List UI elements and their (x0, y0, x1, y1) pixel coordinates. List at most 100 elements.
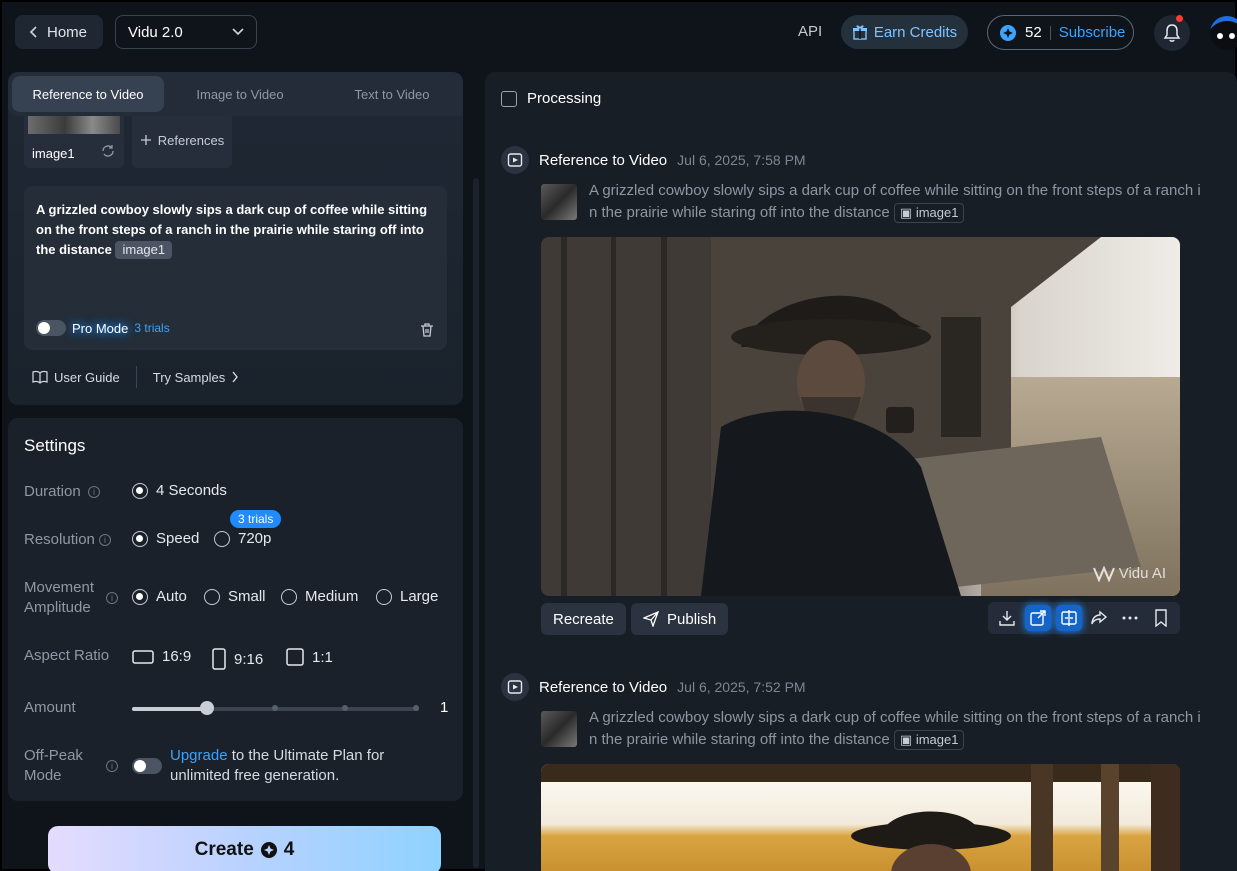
pro-mode-label: Pro Mode (72, 320, 129, 336)
resolution-option-speed[interactable]: Speed (132, 530, 199, 547)
processing-checkbox[interactable] (501, 90, 517, 107)
create-button[interactable]: Create 4 (48, 826, 441, 871)
entry-image-chip: ▣ image1 (893, 203, 965, 223)
entry-prompt-line1: A grizzled cowboy slowly sips a dark cup… (589, 182, 1201, 199)
tab-reference-to-video[interactable]: Reference to Video (12, 76, 164, 112)
earn-credits-button[interactable]: Earn Credits (841, 15, 968, 49)
model-select[interactable]: Vidu 2.0 (115, 15, 257, 49)
download-icon (999, 611, 1016, 626)
earn-credits-label: Earn Credits (873, 23, 958, 41)
duration-label: Duration (24, 483, 81, 500)
prompt-image-chip: image1 (115, 241, 173, 259)
prompt-textarea[interactable]: A grizzled cowboy slowly sips a dark cup… (24, 186, 447, 350)
entry-prompt-line2: n the prairie while staring off into the… (589, 729, 1215, 751)
gift-icon (852, 25, 867, 40)
user-guide-link[interactable]: User Guide (32, 370, 120, 385)
duration-radio-4s (132, 482, 148, 499)
home-button[interactable]: Home (15, 15, 103, 49)
movement-option-medium[interactable]: Medium (281, 588, 358, 605)
resolution-speed-label: Speed (156, 530, 200, 547)
entry-prompt-line2-text: n the prairie while staring off into the… (589, 731, 890, 748)
trash-icon[interactable] (419, 322, 435, 338)
offpeak-text-line1: Upgrade to the Ultimate Plan for (170, 746, 384, 766)
left-scrollbar[interactable] (473, 178, 479, 868)
chevron-right-icon (232, 371, 239, 383)
user-avatar[interactable] (1210, 16, 1237, 50)
aspect-1-1-label: 1:1 (312, 648, 333, 666)
notifications-button[interactable] (1154, 15, 1190, 51)
entry-reference-thumbnail[interactable] (541, 711, 577, 747)
entry-image-chip-label: image1 (915, 205, 959, 220)
movement-info-icon[interactable]: i (106, 592, 118, 604)
offpeak-toggle[interactable] (132, 758, 162, 774)
offpeak-description: Upgrade to the Ultimate Plan for unlimit… (170, 746, 384, 786)
movement-label-line2: Amplitude (24, 599, 91, 616)
aspect-option-16-9[interactable]: 16:9 (132, 648, 191, 665)
entry-reference-thumbnail[interactable] (541, 184, 577, 220)
processing-filter[interactable]: Processing (501, 90, 601, 107)
landscape-icon (132, 649, 154, 664)
create-label: Create (194, 839, 254, 860)
movement-option-auto[interactable]: Auto (132, 588, 187, 605)
video-preview[interactable] (541, 764, 1180, 871)
results-panel: Processing Reference to Video Jul 6, 202… (485, 72, 1237, 871)
resolution-option-720p[interactable]: 720p (214, 530, 271, 547)
video-watermark: Vidu AI (1092, 565, 1166, 582)
entry-prompt-line1: A grizzled cowboy slowly sips a dark cup… (589, 709, 1201, 726)
try-samples-link[interactable]: Try Samples (153, 370, 239, 385)
offpeak-info-icon[interactable]: i (106, 760, 118, 772)
movement-radio-medium (281, 588, 297, 605)
recreate-button[interactable]: Recreate (541, 603, 626, 635)
chevron-down-icon (232, 28, 244, 36)
publish-button[interactable]: Publish (631, 603, 729, 635)
upscale-button[interactable] (1055, 605, 1082, 631)
amount-slider-fill (132, 707, 207, 711)
input-card: image1 References Reference to Video Ima… (8, 72, 463, 405)
add-references-button[interactable]: References (132, 112, 232, 168)
book-icon (32, 370, 48, 384)
movement-option-small[interactable]: Small (204, 588, 266, 605)
movement-label: Movement Amplitude (24, 578, 94, 618)
top-bar: Home Vidu 2.0 API Earn Credits 52 Subscr… (2, 2, 1237, 64)
tab-text-to-video[interactable]: Text to Video (316, 76, 463, 112)
share-button[interactable] (1086, 605, 1112, 631)
amount-slider-handle[interactable] (199, 701, 214, 715)
entry-prompt-line2-text: n the prairie while staring off into the… (589, 204, 890, 221)
duration-info-icon[interactable]: i (88, 486, 100, 498)
home-label: Home (47, 23, 88, 41)
movement-option-large[interactable]: Large (376, 588, 438, 605)
movement-auto-label: Auto (156, 588, 187, 605)
share-icon (1091, 610, 1108, 625)
bookmark-button[interactable] (1148, 605, 1174, 631)
notification-dot (1176, 15, 1183, 22)
video-preview[interactable]: Vidu AI (541, 237, 1180, 596)
subscribe-link[interactable]: Subscribe (1059, 24, 1126, 41)
entry-date: Jul 6, 2025, 7:52 PM (677, 679, 806, 695)
entry-image-chip-label: image1 (915, 732, 959, 747)
more-icon (1122, 616, 1138, 620)
replace-image-icon[interactable] (100, 143, 116, 159)
tab-image-to-video[interactable]: Image to Video (164, 76, 316, 112)
amount-slider[interactable] (132, 701, 419, 715)
api-link[interactable]: API (798, 23, 822, 40)
movement-radio-auto (132, 588, 148, 605)
reference-image-label: image1 (32, 146, 75, 161)
entry-image-chip: ▣ image1 (893, 730, 965, 750)
entry-title: Reference to Video (539, 151, 668, 169)
reference-image-card[interactable]: image1 (24, 112, 124, 168)
extend-button[interactable] (1024, 605, 1051, 631)
upgrade-link[interactable]: Upgrade (170, 747, 228, 764)
avatar-image (1210, 16, 1237, 39)
duration-option-4s[interactable]: 4 Seconds (132, 482, 227, 499)
credits-subscribe-box[interactable]: 52 Subscribe (987, 15, 1134, 50)
aspect-option-9-16[interactable]: 9:16 (212, 648, 263, 670)
pro-mode-toggle[interactable] (36, 320, 66, 336)
resolution-radio-speed (132, 530, 148, 547)
user-guide-label: User Guide (54, 369, 120, 385)
download-button[interactable] (994, 605, 1020, 631)
resolution-info-icon[interactable]: i (99, 534, 111, 546)
entry-date: Jul 6, 2025, 7:58 PM (677, 152, 806, 168)
more-button[interactable] (1117, 605, 1143, 631)
aspect-option-1-1[interactable]: 1:1 (286, 648, 333, 666)
pro-mode-trials: 3 trials (134, 321, 170, 335)
